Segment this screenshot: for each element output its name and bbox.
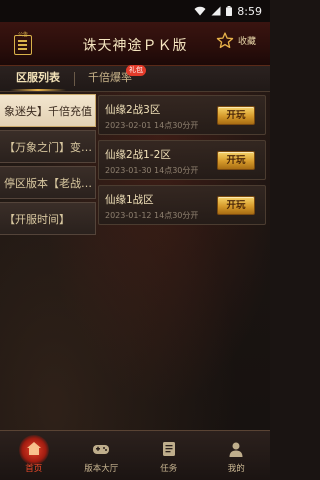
nav-profile[interactable]: 我的 <box>203 431 271 480</box>
signal-icon <box>211 6 221 16</box>
left-menu: 象迷失】千倍充值 【万象之门】变… 停区版本【老战… 【开服时间】 <box>0 94 96 238</box>
gift-badge: 礼包 <box>126 65 146 76</box>
wifi-icon <box>194 6 206 16</box>
favorite-label: 收藏 <box>237 37 256 47</box>
star-icon <box>216 32 234 49</box>
server-name: 仙缘2战1-2区 <box>105 149 171 161</box>
home-emblem-icon <box>26 442 41 455</box>
gamepad-icon <box>93 445 110 454</box>
server-open-time: 2023-01-30 14点30分开 <box>105 166 199 175</box>
nav-version-hall[interactable]: 版本大厅 <box>68 431 136 480</box>
status-bar: 8:59 <box>0 0 270 22</box>
battery-icon <box>226 6 233 16</box>
nav-tasks[interactable]: 任务 <box>135 431 203 480</box>
play-button[interactable]: 开玩 <box>217 106 255 125</box>
favorite-button[interactable]: 收藏 <box>216 32 256 49</box>
task-icon <box>162 442 175 456</box>
nav-profile-label: 我的 <box>227 464 245 474</box>
left-menu-item[interactable]: 停区版本【老战… <box>0 166 96 199</box>
left-menu-item[interactable]: 【万象之门】变… <box>0 130 96 163</box>
left-menu-item[interactable]: 象迷失】千倍充值 <box>0 94 96 127</box>
server-name: 仙缘1战区 <box>105 194 154 206</box>
server-card[interactable]: 仙缘2战3区 2023-02-01 14点30分开 开玩 <box>98 95 266 135</box>
server-card[interactable]: 仙缘1战区 2023-01-12 14点30分开 开玩 <box>98 185 266 225</box>
play-button[interactable]: 开玩 <box>217 196 255 215</box>
app-header: 公告 诛天神途ＰＫ版 收藏 <box>0 22 270 66</box>
nav-tasks-label: 任务 <box>160 464 178 474</box>
tab-server-list[interactable]: 区服列表 <box>6 66 70 92</box>
server-name: 仙缘2战3区 <box>105 104 161 116</box>
server-card[interactable]: 仙缘2战1-2区 2023-01-30 14点30分开 开玩 <box>98 140 266 180</box>
server-open-time: 2023-02-01 14点30分开 <box>105 121 199 130</box>
tab-divider <box>74 72 75 86</box>
nav-version-hall-label: 版本大厅 <box>84 464 119 474</box>
play-button[interactable]: 开玩 <box>217 151 255 170</box>
server-list: 仙缘2战3区 2023-02-01 14点30分开 开玩 仙缘2战1-2区 20… <box>98 95 270 230</box>
tab-bar: 区服列表 千倍爆率 礼包 <box>0 65 270 92</box>
nav-home-label: 首页 <box>25 464 43 474</box>
nav-home[interactable]: 首页 <box>0 431 68 480</box>
user-icon <box>229 442 243 457</box>
status-time: 8:59 <box>237 4 262 18</box>
server-open-time: 2023-01-12 14点30分开 <box>105 211 199 220</box>
bottom-nav: 首页 版本大厅 任务 我的 <box>0 430 270 480</box>
left-menu-item[interactable]: 【开服时间】 <box>0 202 96 235</box>
